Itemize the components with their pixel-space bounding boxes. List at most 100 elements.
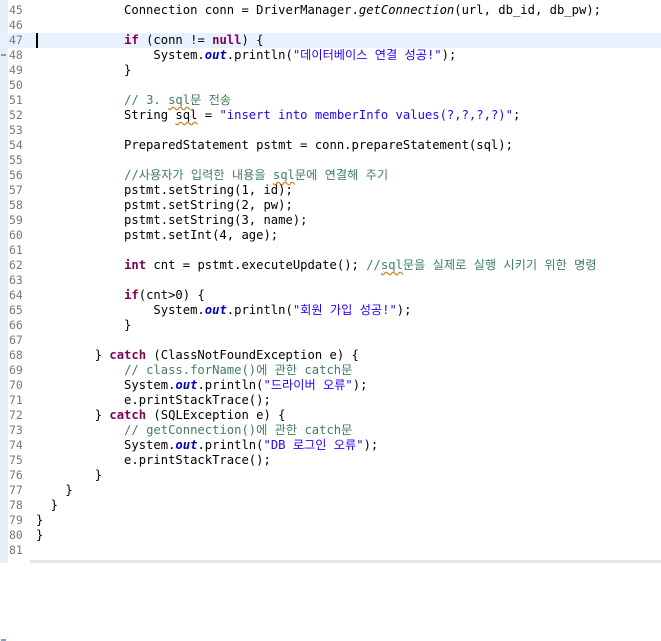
code-token: .println( xyxy=(226,48,293,62)
code-line[interactable]: 64 if(cnt>0) { xyxy=(0,288,661,303)
code-line[interactable]: 65 System.out.println("회원 가입 성공!"); xyxy=(0,303,661,318)
line-number: 78 xyxy=(9,498,23,512)
code-text[interactable]: } xyxy=(36,528,43,543)
code-line[interactable]: 73 // getConnection()에 관한 catch문 xyxy=(0,423,661,438)
code-line[interactable]: 57 pstmt.setString(1, id); xyxy=(0,183,661,198)
code-text[interactable]: // class.forName()에 관한 catch문 xyxy=(36,363,352,378)
code-line[interactable]: 75 e.printStackTrace(); xyxy=(0,453,661,468)
code-text[interactable]: int cnt = pstmt.executeUpdate(); //sql문을… xyxy=(36,258,597,273)
code-line[interactable]: 53 xyxy=(0,123,661,138)
code-token: (ClassNotFoundException e) { xyxy=(146,348,359,362)
line-number: 47 xyxy=(9,33,23,47)
code-line[interactable]: 76 } xyxy=(0,468,661,483)
code-line[interactable]: 66 } xyxy=(0,318,661,333)
code-line[interactable]: 45 Connection conn = DriverManager.getCo… xyxy=(0,3,661,18)
code-text[interactable]: } xyxy=(36,498,58,513)
line-number: 80 xyxy=(9,528,23,542)
code-line[interactable]: 60 pstmt.setInt(4, age); xyxy=(0,228,661,243)
code-token: PreparedStatement pstmt = conn.prepareSt… xyxy=(36,138,513,152)
code-text[interactable]: e.printStackTrace(); xyxy=(36,453,271,468)
code-text[interactable]: e.printStackTrace(); xyxy=(36,393,271,408)
code-token: .println( xyxy=(197,378,264,392)
code-line[interactable]: 79} xyxy=(0,513,661,528)
code-token: Connection conn = DriverManager. xyxy=(36,3,359,17)
code-text[interactable]: } xyxy=(36,468,102,483)
line-number: 58 xyxy=(9,198,23,212)
code-token: e.printStackTrace(); xyxy=(36,393,271,407)
code-line[interactable]: 55 xyxy=(0,153,661,168)
code-text[interactable]: pstmt.setString(2, pw); xyxy=(36,198,293,213)
code-text[interactable]: System.out.println("드라이버 오류"); xyxy=(36,378,367,393)
code-token: } xyxy=(36,318,132,332)
code-token: ; xyxy=(512,108,521,122)
code-token: System. xyxy=(36,48,205,62)
code-text[interactable]: } xyxy=(36,63,131,78)
code-text[interactable]: } xyxy=(36,318,131,333)
code-line[interactable]: 72 } catch (SQLException e) { xyxy=(0,408,661,423)
code-token: ); xyxy=(352,378,368,392)
code-text[interactable]: System.out.println("회원 가입 성공!"); xyxy=(36,303,411,318)
code-text[interactable]: System.out.println("데이터베이스 연결 성공!"); xyxy=(36,48,456,63)
code-text[interactable]: pstmt.setString(3, name); xyxy=(36,213,307,228)
code-token: } xyxy=(36,528,44,542)
code-line[interactable]: 63 xyxy=(0,273,661,288)
code-line[interactable]: 62 int cnt = pstmt.executeUpdate(); //sq… xyxy=(0,258,661,273)
code-token: pstmt.setString(1, id); xyxy=(36,183,293,197)
code-line[interactable]: 51 // 3. sql문 전송 xyxy=(0,93,661,108)
code-line[interactable]: 46 xyxy=(0,18,661,33)
code-lines[interactable]: 45 Connection conn = DriverManager.getCo… xyxy=(0,3,661,558)
code-line[interactable]: 80} xyxy=(0,528,661,543)
code-line[interactable]: 48 System.out.println("데이터베이스 연결 성공!"); xyxy=(0,48,661,63)
code-line[interactable]: 81 xyxy=(0,543,661,558)
code-line[interactable]: 47 if (conn != null) { xyxy=(0,33,661,48)
code-line[interactable]: 58 pstmt.setString(2, pw); xyxy=(0,198,661,213)
code-token: ) { xyxy=(241,33,264,47)
line-number: 77 xyxy=(9,483,23,497)
code-text[interactable]: // getConnection()에 관한 catch문 xyxy=(36,423,352,438)
code-text[interactable]: System.out.println("DB 로그인 오류"); xyxy=(36,438,378,453)
code-line[interactable]: 67 xyxy=(0,333,661,348)
line-number: 48 xyxy=(9,48,23,62)
code-text[interactable]: } xyxy=(36,513,43,528)
code-text[interactable]: } catch (ClassNotFoundException e) { xyxy=(36,348,359,363)
code-text[interactable]: String sql = "insert into memberInfo val… xyxy=(36,108,520,123)
code-token: } xyxy=(36,498,59,512)
line-number: 73 xyxy=(9,423,23,437)
code-line[interactable]: 59 pstmt.setString(3, name); xyxy=(0,213,661,228)
code-text[interactable]: if (conn != null) { xyxy=(36,33,264,48)
code-token: cnt = pstmt.executeUpdate(); xyxy=(146,258,367,272)
code-text[interactable]: pstmt.setInt(4, age); xyxy=(36,228,278,243)
code-token: // xyxy=(366,258,381,272)
code-token: .println( xyxy=(226,303,293,317)
code-token: "DB 로그인 오류" xyxy=(263,438,364,452)
code-line[interactable]: 54 PreparedStatement pstmt = conn.prepar… xyxy=(0,138,661,153)
code-text[interactable]: pstmt.setString(1, id); xyxy=(36,183,293,198)
code-line[interactable]: 77 } xyxy=(0,483,661,498)
code-line[interactable]: 74 System.out.println("DB 로그인 오류"); xyxy=(0,438,661,453)
code-line[interactable]: 49 } xyxy=(0,63,661,78)
code-text[interactable]: } catch (SQLException e) { xyxy=(36,408,286,423)
code-line[interactable]: 78 } xyxy=(0,498,661,513)
code-line[interactable]: 61 xyxy=(0,243,661,258)
code-text[interactable]: PreparedStatement pstmt = conn.prepareSt… xyxy=(36,138,513,153)
code-editor[interactable]: 45 Connection conn = DriverManager.getCo… xyxy=(0,0,661,641)
code-line[interactable]: 56 //사용자가 입력한 내용을 sql문에 연결해 주기 xyxy=(0,168,661,183)
code-line[interactable]: 70 System.out.println("드라이버 오류"); xyxy=(0,378,661,393)
code-text[interactable]: } xyxy=(36,483,72,498)
code-text[interactable]: // 3. sql문 전송 xyxy=(36,93,231,108)
code-line[interactable]: 50 xyxy=(0,78,661,93)
line-number: 57 xyxy=(9,183,23,197)
code-text[interactable]: Connection conn = DriverManager.getConne… xyxy=(36,3,601,18)
code-text[interactable]: //사용자가 입력한 내용을 sql문에 연결해 주기 xyxy=(36,168,388,183)
line-number: 56 xyxy=(9,168,23,182)
line-number: 70 xyxy=(9,378,23,392)
code-text[interactable]: if(cnt>0) { xyxy=(36,288,205,303)
code-line[interactable]: 52 String sql = "insert into memberInfo … xyxy=(0,108,661,123)
code-line[interactable]: 69 // class.forName()에 관한 catch문 xyxy=(0,363,661,378)
code-line[interactable]: 71 e.printStackTrace(); xyxy=(0,393,661,408)
code-line[interactable]: 68 } catch (ClassNotFoundException e) { xyxy=(0,348,661,363)
